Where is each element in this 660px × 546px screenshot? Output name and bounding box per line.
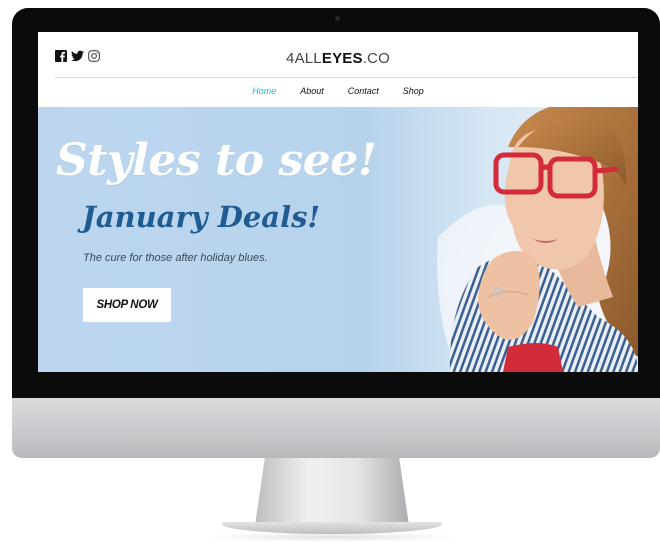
site-logo[interactable]: 4ALLEYES.CO [38,50,638,67]
hero-title: Styles to see! [56,135,377,186]
monitor-chin [12,398,660,458]
hero-tagline: The cure for those after holiday blues. [83,252,268,264]
header-divider [55,77,638,78]
nav-shop[interactable]: Shop [403,86,424,96]
logo-all: ALL [294,50,322,67]
nav-contact[interactable]: Contact [348,86,379,96]
shop-now-button[interactable]: SHOP NOW [83,288,171,322]
website-screen: 4ALLEYES.CO Home About Contact Shop Styl… [38,32,638,372]
main-nav: Home About Contact Shop [38,86,638,96]
camera-dot [335,16,340,21]
logo-prefix: 4 [286,50,295,67]
hero-subtitle: January Deals! [82,200,321,234]
nav-home[interactable]: Home [252,86,276,96]
stand-shadow [200,532,464,542]
logo-eyes: EYES [321,50,363,67]
nav-about[interactable]: About [300,86,324,96]
hero-banner: Styles to see! January Deals! The cure f… [38,107,638,372]
logo-suffix: .CO [362,50,390,67]
monitor-stand [255,458,409,524]
site-header: 4ALLEYES.CO Home About Contact Shop [38,32,638,107]
